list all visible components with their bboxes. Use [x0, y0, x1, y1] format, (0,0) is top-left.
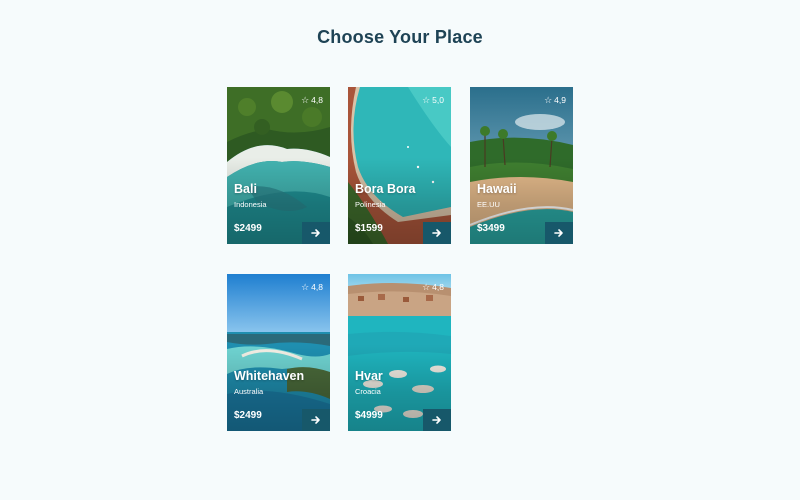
destination-card-bali[interactable]: ☆ 4,8 Bali Indonesia $2499 [227, 87, 330, 244]
rating-value: 5,0 [432, 95, 444, 105]
card-shade [348, 87, 451, 244]
arrow-right-icon [432, 416, 441, 424]
destination-name: Bora Bora [355, 182, 416, 196]
star-icon: ☆ [544, 94, 553, 105]
destination-card-whitehaven[interactable]: ☆ 4,8 Whitehaven Australia $2499 [227, 274, 330, 431]
go-button[interactable] [423, 409, 451, 431]
destination-name: Whitehaven [234, 369, 305, 383]
go-button[interactable] [423, 222, 451, 244]
rating: ☆ 4,9 [544, 95, 566, 105]
go-button[interactable] [302, 409, 330, 431]
destination-country: Polinesia [355, 200, 386, 209]
arrow-right-icon [432, 229, 441, 237]
destination-name: Bali [234, 182, 257, 196]
destination-name: Hawaii [477, 182, 517, 196]
arrow-right-icon [311, 416, 320, 424]
rating: ☆ 4,8 [301, 95, 323, 105]
rating-value: 4,8 [311, 282, 323, 292]
rating-value: 4,9 [554, 95, 566, 105]
arrow-right-icon [311, 229, 320, 237]
rating-value: 4,8 [311, 95, 323, 105]
destination-name: Hvar [355, 369, 383, 383]
destination-card-bora-bora[interactable]: ☆ 5,0 Bora Bora Polinesia $1599 [348, 87, 451, 244]
star-icon: ☆ [422, 94, 431, 105]
destination-price: $4999 [355, 410, 383, 421]
destination-country: Indonesia [234, 200, 267, 209]
card-shade [227, 87, 330, 244]
card-shade [470, 87, 573, 244]
destination-card-hawaii[interactable]: ☆ 4,9 Hawaii EE.UU $3499 [470, 87, 573, 244]
arrow-right-icon [554, 229, 563, 237]
destination-price: $1599 [355, 223, 383, 234]
rating: ☆ 4,8 [301, 282, 323, 292]
destination-price: $2499 [234, 410, 262, 421]
destination-card-hvar[interactable]: ☆ 4,8 Hvar Croacia $4999 [348, 274, 451, 431]
rating-value: 4,8 [432, 282, 444, 292]
rating: ☆ 5,0 [422, 95, 444, 105]
star-icon: ☆ [301, 281, 310, 292]
destination-country: EE.UU [477, 200, 500, 209]
destination-price: $2499 [234, 223, 262, 234]
destination-price: $3499 [477, 223, 505, 234]
page-title: Choose Your Place [317, 27, 483, 47]
rating: ☆ 4,8 [422, 282, 444, 292]
card-shade [227, 274, 330, 431]
destination-country: Australia [234, 387, 264, 396]
go-button[interactable] [302, 222, 330, 244]
star-icon: ☆ [422, 281, 431, 292]
card-shade [348, 274, 451, 431]
destination-country: Croacia [355, 387, 381, 396]
star-icon: ☆ [301, 94, 310, 105]
go-button[interactable] [545, 222, 573, 244]
